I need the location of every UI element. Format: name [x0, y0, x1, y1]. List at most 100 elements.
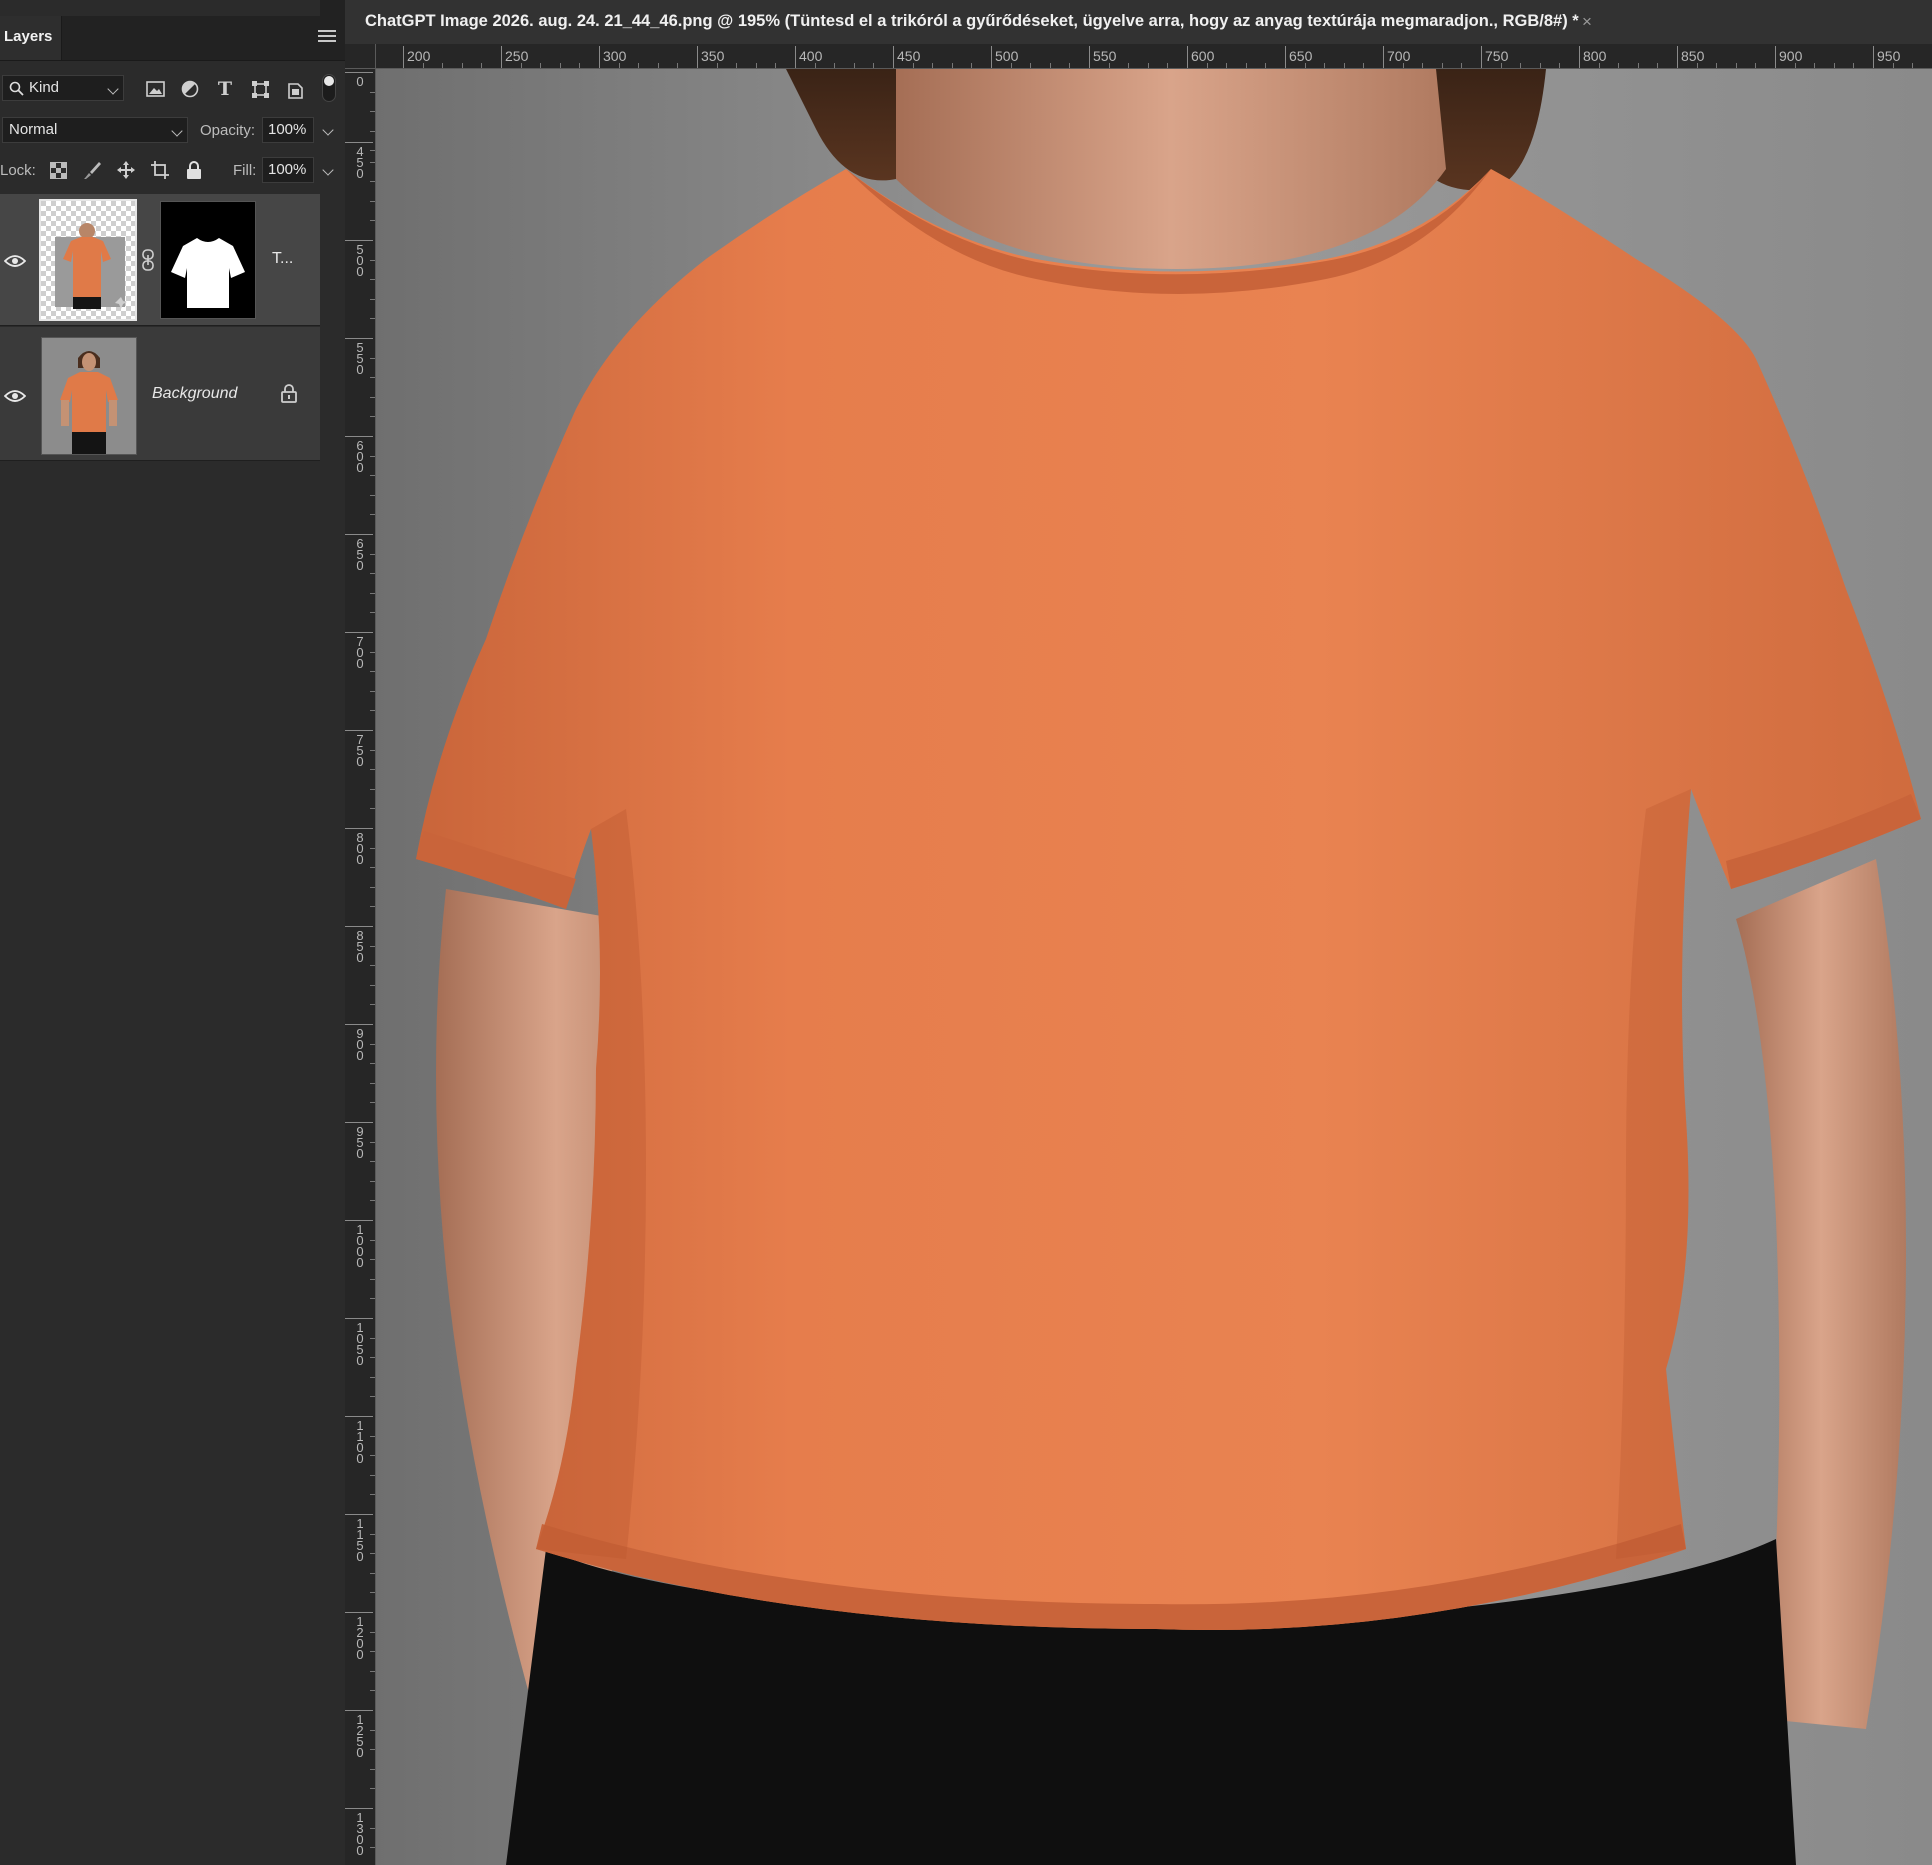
layer-name[interactable]: Background — [152, 385, 237, 403]
ruler-major-tick — [1089, 46, 1090, 68]
image-filter-icon[interactable] — [144, 78, 166, 100]
ruler-minor-tick — [1618, 63, 1620, 68]
panel-header: Layers — [0, 16, 345, 61]
ruler-major-tick — [345, 436, 373, 437]
link-chain-icon[interactable] — [141, 249, 155, 271]
fill-input[interactable]: 100% — [262, 157, 314, 183]
ruler-minor-tick — [370, 808, 375, 810]
ruler-minor-tick — [1108, 63, 1110, 68]
ruler-label: 650 — [356, 536, 364, 573]
layer-mask-thumbnail[interactable] — [160, 201, 256, 319]
ruler-minor-tick — [370, 1200, 375, 1202]
ruler-minor-tick — [370, 690, 375, 692]
ruler-major-tick — [1285, 46, 1286, 68]
eye-visibility-icon[interactable] — [4, 389, 26, 403]
lock-transparent-pixels-icon[interactable] — [48, 160, 68, 180]
ruler-major-tick — [345, 1220, 373, 1221]
opacity-label: Opacity: — [200, 122, 256, 139]
ruler-minor-tick — [370, 1592, 375, 1594]
adjustment-filter-icon[interactable] — [179, 78, 201, 100]
lock-artboard-icon[interactable] — [150, 160, 170, 180]
document-title[interactable]: ChatGPT Image 2026. aug. 24. 21_44_46.pn… — [365, 12, 1579, 31]
ruler-major-tick — [345, 1024, 373, 1025]
filter-toggle-switch[interactable] — [322, 74, 336, 102]
opacity-input[interactable]: 100% — [262, 117, 314, 143]
ruler-minor-tick — [1010, 63, 1012, 68]
ruler-minor-tick — [1598, 63, 1600, 68]
ruler-minor-tick — [1794, 63, 1796, 68]
ruler-label: 450 — [356, 144, 364, 181]
ruler-major-tick — [345, 632, 373, 633]
ruler-origin[interactable] — [345, 44, 376, 69]
layer-thumbnail[interactable] — [41, 337, 137, 455]
ruler-minor-tick — [971, 63, 973, 68]
ruler-minor-tick — [461, 63, 463, 68]
ruler-major-tick — [991, 46, 992, 68]
ruler-label: 600 — [1191, 48, 1215, 64]
ruler-major-tick — [345, 1514, 373, 1515]
ruler-label: 1100 — [356, 1418, 364, 1466]
layer-thumbnail[interactable] — [39, 199, 137, 321]
lock-position-icon[interactable] — [116, 160, 136, 180]
ruler-minor-tick — [370, 357, 375, 359]
document-canvas[interactable] — [376, 69, 1932, 1865]
ruler-minor-tick — [1892, 63, 1894, 68]
fill-dropdown-button[interactable] — [316, 157, 338, 183]
tab-layers[interactable]: Layers — [0, 16, 62, 60]
opacity-dropdown-button[interactable] — [316, 117, 338, 143]
hamburger-menu-icon[interactable] — [318, 30, 336, 44]
ruler-minor-tick — [370, 1690, 375, 1692]
ruler-minor-tick — [520, 63, 522, 68]
ruler-label: 1150 — [356, 1516, 364, 1564]
ruler-major-tick — [1383, 46, 1384, 68]
eye-visibility-icon[interactable] — [4, 254, 26, 268]
ruler-minor-tick — [370, 612, 375, 614]
close-icon[interactable]: × — [1582, 12, 1592, 32]
lock-all-icon[interactable] — [184, 160, 204, 180]
layer-row-shirt[interactable]: T... — [0, 194, 320, 326]
ruler-minor-tick — [716, 63, 718, 68]
blend-mode-value: Normal — [9, 121, 58, 138]
lock-label: Lock: — [0, 162, 36, 179]
kind-filter-select[interactable]: Kind — [2, 75, 124, 101]
ruler-minor-tick — [1500, 63, 1502, 68]
blend-mode-select[interactable]: Normal — [2, 117, 188, 143]
lock-image-pixels-icon[interactable] — [82, 160, 102, 180]
ruler-minor-tick — [370, 1435, 375, 1437]
ruler-minor-tick — [932, 63, 934, 68]
ruler-label: 500 — [356, 242, 364, 279]
horizontal-ruler[interactable]: 200 250 300 350 400 450 500 550 600 650 700 750 800 8… — [345, 44, 1932, 69]
ruler-minor-tick — [1441, 63, 1443, 68]
ruler-minor-tick — [618, 63, 620, 68]
ruler-major-tick — [893, 46, 894, 68]
shape-filter-icon[interactable] — [249, 78, 271, 100]
chevron-down-icon — [107, 83, 119, 95]
ruler-minor-tick — [370, 1102, 375, 1104]
ruler-minor-tick — [370, 161, 375, 163]
ruler-label: 550 — [356, 340, 364, 377]
ruler-minor-tick — [370, 514, 375, 516]
panel-divider — [320, 194, 345, 1865]
ruler-label: 400 — [799, 48, 823, 64]
ruler-minor-tick — [370, 1396, 375, 1398]
ruler-minor-tick — [442, 63, 444, 68]
document-tab[interactable]: ChatGPT Image 2026. aug. 24. 21_44_46.pn… — [345, 0, 1932, 45]
ruler-minor-tick — [638, 63, 640, 68]
type-filter-icon[interactable]: T — [214, 78, 236, 100]
smart-object-filter-icon[interactable] — [284, 78, 306, 100]
layer-lock-icon[interactable] — [280, 383, 298, 403]
vertical-ruler[interactable]: 0 450 500 550 600 650 700 750 800 850 900 950 1000 10… — [345, 44, 376, 1865]
ruler-minor-tick — [1128, 63, 1130, 68]
ruler-label: 800 — [356, 830, 364, 867]
layer-row-background[interactable]: Background — [0, 327, 320, 461]
ruler-minor-tick — [481, 63, 483, 68]
ruler-minor-tick — [370, 416, 375, 418]
ruler-label: 950 — [1877, 48, 1901, 64]
ruler-minor-tick — [834, 63, 836, 68]
ruler-minor-tick — [540, 63, 542, 68]
ruler-minor-tick — [370, 769, 375, 771]
ruler-label: 600 — [356, 438, 364, 475]
layer-name[interactable]: T... — [272, 250, 293, 268]
ruler-label: 1000 — [356, 1222, 364, 1270]
ruler-label: 500 — [995, 48, 1019, 64]
